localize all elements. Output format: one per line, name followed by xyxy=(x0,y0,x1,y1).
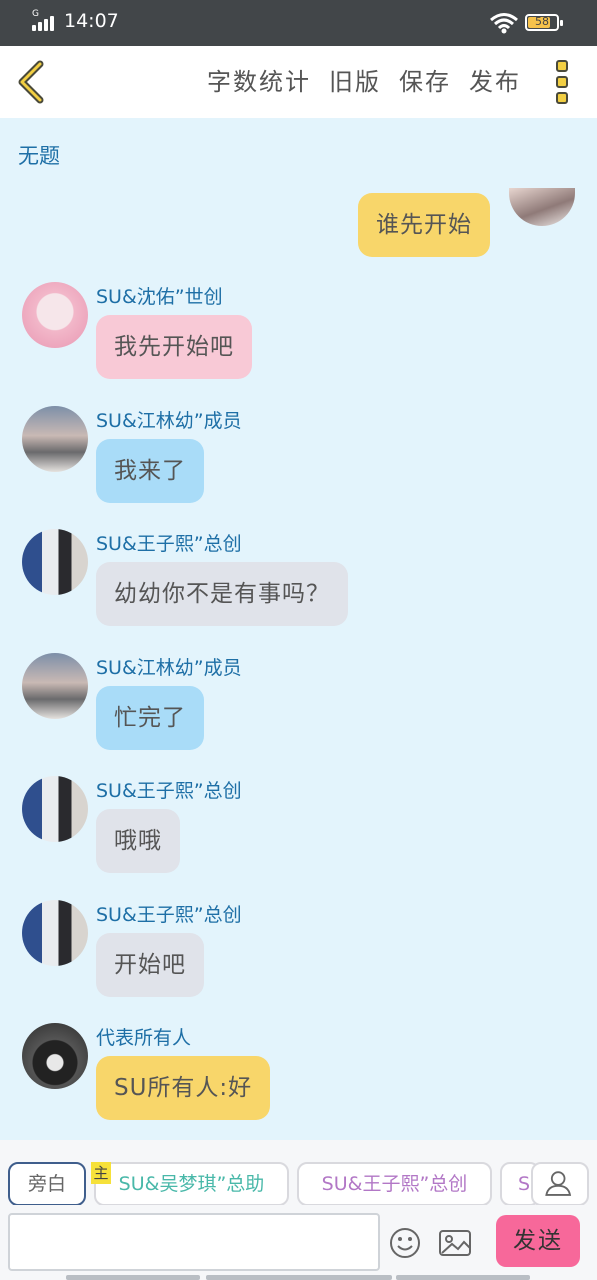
sender-name: SU&王子熙”总创 xyxy=(96,533,242,555)
sender-name: SU&江林幼”成员 xyxy=(96,410,242,432)
divider xyxy=(396,1275,530,1280)
avatar[interactable] xyxy=(22,653,88,719)
save-button[interactable]: 保存 xyxy=(399,62,451,97)
battery-level: 58 xyxy=(535,15,549,28)
narrator-button[interactable]: 旁白 xyxy=(8,1162,86,1206)
sender-name: SU&江林幼”成员 xyxy=(96,657,242,679)
composer: 发送 xyxy=(0,1205,597,1280)
image-icon[interactable] xyxy=(438,1227,472,1259)
wifi-icon xyxy=(490,13,518,34)
send-button[interactable]: 发送 xyxy=(496,1215,580,1267)
avatar[interactable] xyxy=(22,406,88,472)
clock: 14:07 xyxy=(64,10,119,32)
message-bubble[interactable]: 忙完了 xyxy=(96,686,204,750)
main-role-badge: 主 xyxy=(91,1162,111,1184)
divider xyxy=(66,1275,200,1280)
message-bubble[interactable]: 我来了 xyxy=(96,439,204,503)
person-icon xyxy=(545,1171,572,1196)
message-bubble[interactable]: SU所有人:好 xyxy=(96,1056,271,1120)
avatar[interactable] xyxy=(22,776,88,842)
avatar[interactable] xyxy=(22,529,88,595)
signal-icon: G xyxy=(32,9,60,31)
top-bar: 字数统计 旧版 保存 发布 xyxy=(0,46,597,118)
role-chip[interactable]: SU&王子熙”总创 xyxy=(297,1162,492,1206)
avatar[interactable] xyxy=(22,900,88,966)
story-title[interactable]: 无题 xyxy=(18,140,60,170)
message-bubble[interactable]: 哦哦 xyxy=(96,809,180,873)
old-version-button[interactable]: 旧版 xyxy=(329,62,381,97)
status-bar: G 14:07 58 xyxy=(0,0,597,46)
publish-button[interactable]: 发布 xyxy=(469,62,521,97)
word-count-button[interactable]: 字数统计 xyxy=(207,62,311,97)
back-arrow-icon[interactable] xyxy=(14,60,48,104)
more-menu-icon[interactable] xyxy=(556,60,570,106)
avatar[interactable] xyxy=(22,1023,88,1089)
battery-icon: 58 xyxy=(525,14,563,31)
header-actions: 字数统计 旧版 保存 发布 xyxy=(207,62,521,97)
role-chip[interactable]: SU&吴梦琪”总助 xyxy=(94,1162,289,1206)
message-bubble[interactable]: 我先开始吧 xyxy=(96,315,252,379)
sender-name: SU&王子熙”总创 xyxy=(96,904,242,926)
sender-name: SU&王子熙”总创 xyxy=(96,780,242,802)
character-manage-button[interactable] xyxy=(531,1162,589,1206)
avatar[interactable] xyxy=(509,188,575,226)
avatar[interactable] xyxy=(22,282,88,348)
sender-name: SU&沈佑”世创 xyxy=(96,286,223,308)
message-bubble[interactable]: 幼幼你不是有事吗？ xyxy=(96,562,348,626)
chat-area[interactable]: 无题 谁先开始 SU&沈佑”世创 我先开始吧 SU&江林幼”成员 我来了 SU&… xyxy=(0,118,597,1140)
message-bubble[interactable]: 开始吧 xyxy=(96,933,204,997)
message-input[interactable] xyxy=(8,1213,380,1271)
emoji-icon[interactable] xyxy=(389,1227,421,1259)
divider xyxy=(206,1275,392,1280)
sender-name: 代表所有人 xyxy=(96,1027,192,1049)
my-message-bubble[interactable]: 谁先开始 xyxy=(358,193,490,257)
